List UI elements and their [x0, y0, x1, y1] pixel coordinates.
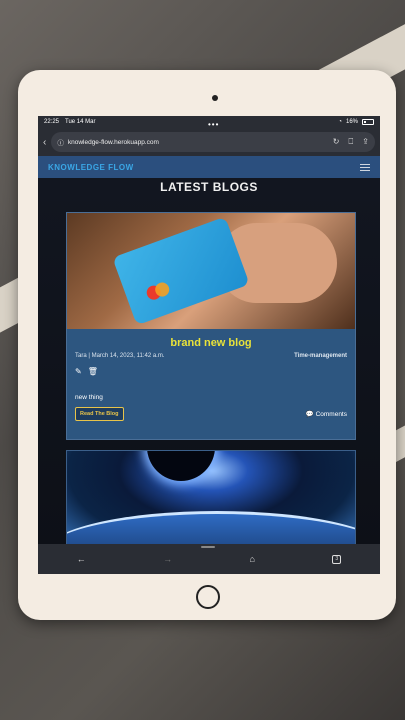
status-bar: 22:25 Tue 14 Mar ••• ◔ 16%: [38, 116, 380, 129]
front-camera: [212, 95, 218, 101]
drag-handle[interactable]: [201, 546, 215, 548]
page-heading: LATEST BLOGS: [160, 180, 258, 194]
blog-card-image: [67, 213, 355, 329]
battery-percent: 16%: [345, 119, 358, 125]
home-icon[interactable]: ⌂: [249, 554, 254, 564]
battery-icon: [362, 119, 374, 125]
blog-excerpt: new thing: [75, 394, 103, 401]
address-bar[interactable]: ⓘ knowledge-flow.herokuapp.com ↻ ⎕ ⇪: [51, 132, 375, 152]
read-blog-button[interactable]: Read The Blog: [75, 407, 124, 421]
blog-title[interactable]: brand new blog: [67, 337, 355, 349]
blog-card: brand new blog Tara | March 14, 2023, 11…: [66, 212, 356, 440]
site-navbar: KNOWLEDGE FLOW: [38, 156, 380, 178]
blog-meta: Tara | March 14, 2023, 11:42 a.m. Time-m…: [67, 349, 355, 363]
main-content: LATEST BLOGS brand new blog Tara | March…: [38, 178, 380, 550]
multitask-dots[interactable]: •••: [208, 120, 219, 129]
browser-toolbar: ‹ ⓘ knowledge-flow.herokuapp.com ↻ ⎕ ⇪: [38, 128, 380, 156]
hamburger-icon[interactable]: [360, 162, 370, 173]
tab-count[interactable]: 3: [332, 554, 342, 564]
info-circle-icon[interactable]: ⓘ: [57, 137, 64, 147]
comments-label[interactable]: Comments: [316, 411, 347, 418]
blog-card-footer: Read The Blog 💬 Comments: [67, 407, 355, 421]
bookmark-icon[interactable]: ⎕: [348, 137, 353, 147]
chevron-left-icon[interactable]: ‹: [43, 137, 46, 148]
status-indicators: ◔ 16%: [338, 119, 374, 125]
blog-actions: ✎ 🗑: [67, 363, 355, 380]
edit-icon[interactable]: ✎: [75, 367, 82, 376]
tablet-screen: 22:25 Tue 14 Mar ••• ◔ 16% ‹ ⓘ knowledge…: [38, 116, 380, 574]
back-arrow-icon[interactable]: ←: [77, 554, 86, 564]
share-icon[interactable]: ⇪: [362, 137, 369, 147]
home-hardware-button[interactable]: [196, 585, 220, 609]
comments-link[interactable]: 💬 Comments: [305, 410, 347, 419]
trash-icon[interactable]: 🗑: [88, 367, 98, 376]
blog-author-date: Tara | March 14, 2023, 11:42 a.m.: [75, 353, 165, 359]
url-text[interactable]: knowledge-flow.herokuapp.com: [68, 139, 159, 146]
arrow-right-icon[interactable]: →: [163, 554, 172, 564]
wifi-icon: ◔: [338, 119, 342, 125]
site-brand[interactable]: KNOWLEDGE FLOW: [48, 163, 134, 172]
browser-bottom-bar: ← → ⌂ 3: [38, 544, 380, 574]
blog-category: Time-management: [294, 353, 347, 359]
address-bar-actions: ↻ ⎕ ⇪: [333, 137, 369, 147]
status-date: Tue 14 Mar: [65, 119, 96, 125]
status-time: 22:25: [44, 119, 60, 125]
reload-icon[interactable]: ↻: [333, 137, 340, 147]
blog-card-image: [67, 451, 355, 549]
blog-card: [66, 450, 356, 550]
credit-card-shape: [112, 216, 250, 326]
eclipse-shape: [147, 451, 215, 481]
comment-bubble-icon: 💬: [305, 411, 314, 418]
